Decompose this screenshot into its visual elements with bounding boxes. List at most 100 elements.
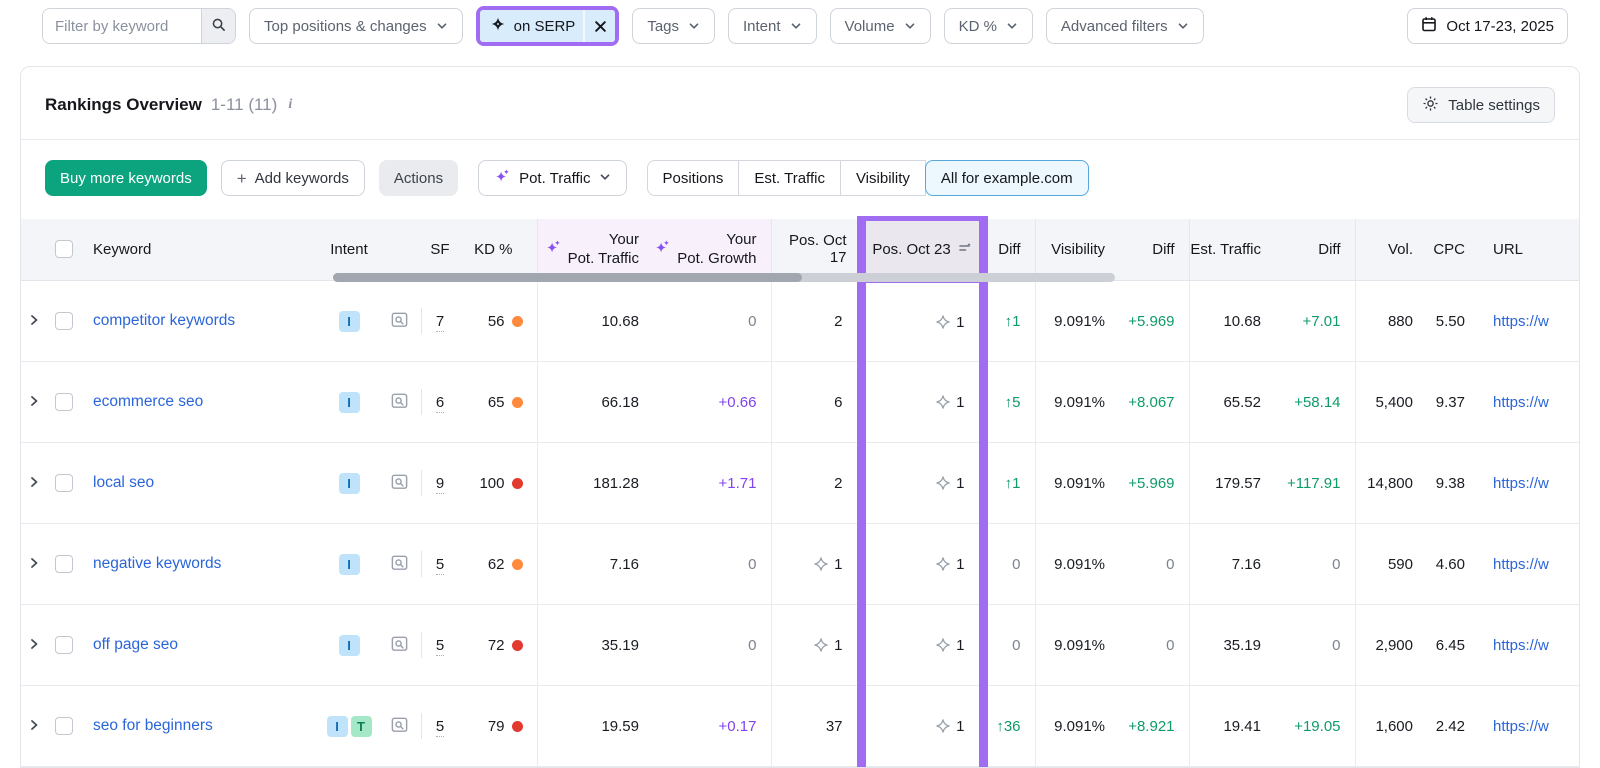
pot-traffic-value: 181.28 — [537, 443, 653, 524]
url-link[interactable]: https://w — [1493, 637, 1549, 654]
est-traffic-diff-value: +117.91 — [1275, 443, 1355, 524]
serp-features-icon[interactable] — [390, 472, 409, 491]
ai-overview-position-icon — [813, 556, 829, 572]
filter-intent-dropdown[interactable]: Intent — [728, 8, 817, 44]
col-keyword[interactable]: Keyword — [81, 219, 321, 281]
col-est-traffic-diff[interactable]: Diff — [1275, 219, 1355, 281]
row-checkbox[interactable] — [55, 636, 73, 654]
col-cpc[interactable]: CPC — [1427, 219, 1479, 281]
col-kd[interactable]: KD % — [459, 219, 537, 281]
filter-label: Intent — [743, 18, 781, 35]
pot-growth-value: 0 — [653, 281, 771, 362]
keyword-link[interactable]: local seo — [93, 474, 154, 491]
pos-current-value: 1 — [866, 556, 979, 573]
table-settings-button[interactable]: Table settings — [1407, 87, 1555, 123]
col-pos-prev[interactable]: Pos. Oct 17 — [771, 219, 861, 281]
expand-row-icon[interactable] — [28, 314, 40, 326]
col-intent[interactable]: Intent — [321, 219, 377, 281]
ai-overview-position-icon — [935, 637, 951, 653]
serp-features-icon[interactable] — [390, 634, 409, 653]
actions-button[interactable]: Actions — [379, 160, 458, 196]
kd-value: 56 — [488, 313, 505, 330]
tab-positions[interactable]: Positions — [647, 160, 740, 196]
tab-est-traffic[interactable]: Est. Traffic — [739, 160, 841, 196]
serp-features-count[interactable]: 9 — [436, 475, 444, 494]
url-link[interactable]: https://w — [1493, 475, 1549, 492]
serp-features-icon[interactable] — [390, 391, 409, 410]
add-keywords-button[interactable]: + Add keywords — [221, 160, 365, 196]
pot-traffic-value: 10.68 — [537, 281, 653, 362]
expand-row-icon[interactable] — [28, 719, 40, 731]
expand-row-icon[interactable] — [28, 476, 40, 488]
est-traffic-value: 35.19 — [1189, 605, 1275, 686]
keyword-link[interactable]: competitor keywords — [93, 312, 235, 329]
serp-features-count[interactable]: 7 — [436, 313, 444, 332]
pot-growth-value: +0.66 — [653, 362, 771, 443]
pos-current-value: 1 — [866, 314, 979, 331]
expand-row-icon[interactable] — [28, 638, 40, 650]
col-pot-growth[interactable]: YourPot. Growth — [653, 219, 771, 281]
cpc-value: 5.50 — [1427, 281, 1479, 362]
expand-row-icon[interactable] — [28, 557, 40, 569]
keyword-link[interactable]: seo for beginners — [93, 717, 213, 734]
horizontal-scrollbar[interactable] — [333, 273, 1115, 282]
scrollbar-thumb[interactable] — [333, 273, 802, 282]
col-pos-current[interactable]: Pos. Oct 23 — [861, 219, 983, 281]
keyword-link[interactable]: ecommerce seo — [93, 393, 203, 410]
filter-top-positions-dropdown[interactable]: Top positions & changes — [249, 8, 463, 44]
search-button[interactable] — [201, 9, 235, 43]
serp-features-icon[interactable] — [390, 553, 409, 572]
col-sf[interactable]: SF — [421, 219, 459, 281]
row-checkbox[interactable] — [55, 717, 73, 735]
serp-features-count[interactable]: 5 — [436, 637, 444, 656]
filter-advanced-dropdown[interactable]: Advanced filters — [1046, 8, 1204, 44]
filter-tags-dropdown[interactable]: Tags — [632, 8, 715, 44]
pos-current-value: 1 — [866, 718, 979, 735]
url-link[interactable]: https://w — [1493, 394, 1549, 411]
plus-icon: + — [237, 170, 247, 187]
url-link[interactable]: https://w — [1493, 556, 1549, 573]
kd-dot-icon — [512, 640, 523, 651]
table-row: local seo I 9 100 181.28 +1.71 2 1 ↑1 9.… — [21, 443, 1579, 524]
row-checkbox[interactable] — [55, 312, 73, 330]
est-traffic-value: 179.57 — [1189, 443, 1275, 524]
serp-features-count[interactable]: 6 — [436, 394, 444, 413]
url-link[interactable]: https://w — [1493, 313, 1549, 330]
select-all-checkbox[interactable] — [55, 240, 73, 258]
expand-row-icon[interactable] — [28, 395, 40, 407]
row-checkbox[interactable] — [55, 393, 73, 411]
serp-features-count[interactable]: 5 — [436, 556, 444, 575]
col-visibility-diff[interactable]: Diff — [1119, 219, 1189, 281]
metric-dropdown-button[interactable]: Pot. Traffic — [478, 160, 626, 196]
keyword-link[interactable]: negative keywords — [93, 555, 221, 572]
serp-features-icon[interactable] — [390, 310, 409, 329]
col-visibility[interactable]: Visibility — [1035, 219, 1119, 281]
table-row: negative keywords I 5 62 7.16 0 1 1 0 9.… — [21, 524, 1579, 605]
serp-features-count[interactable]: 5 — [436, 718, 444, 737]
serp-features-icon[interactable] — [390, 715, 409, 734]
col-est-traffic[interactable]: Est. Traffic — [1189, 219, 1275, 281]
intent-badge-informational: I — [339, 635, 360, 656]
serp-filter-chip[interactable]: on SERP — [480, 10, 616, 42]
col-volume[interactable]: Vol. — [1355, 219, 1427, 281]
info-icon[interactable]: i — [288, 97, 292, 113]
filter-volume-dropdown[interactable]: Volume — [830, 8, 931, 44]
col-pot-traffic[interactable]: YourPot. Traffic — [537, 219, 653, 281]
intent-badge-informational: I — [327, 716, 348, 737]
col-diff[interactable]: Diff — [983, 219, 1035, 281]
buy-more-keywords-button[interactable]: Buy more keywords — [45, 160, 207, 196]
col-url[interactable]: URL — [1479, 219, 1579, 281]
remove-serp-filter-icon[interactable] — [583, 10, 615, 42]
date-range-label: Oct 17-23, 2025 — [1446, 18, 1554, 35]
kd-value: 79 — [488, 718, 505, 735]
keyword-filter-input[interactable] — [43, 9, 201, 43]
filter-kd-dropdown[interactable]: KD % — [944, 8, 1033, 44]
pos-prev-value: 2 — [772, 475, 857, 492]
tab-visibility[interactable]: Visibility — [841, 160, 926, 196]
date-range-button[interactable]: Oct 17-23, 2025 — [1407, 8, 1568, 44]
url-link[interactable]: https://w — [1493, 718, 1549, 735]
row-checkbox[interactable] — [55, 474, 73, 492]
tab-all-for-domain[interactable]: All for example.com — [925, 160, 1089, 196]
keyword-link[interactable]: off page seo — [93, 636, 178, 653]
row-checkbox[interactable] — [55, 555, 73, 573]
